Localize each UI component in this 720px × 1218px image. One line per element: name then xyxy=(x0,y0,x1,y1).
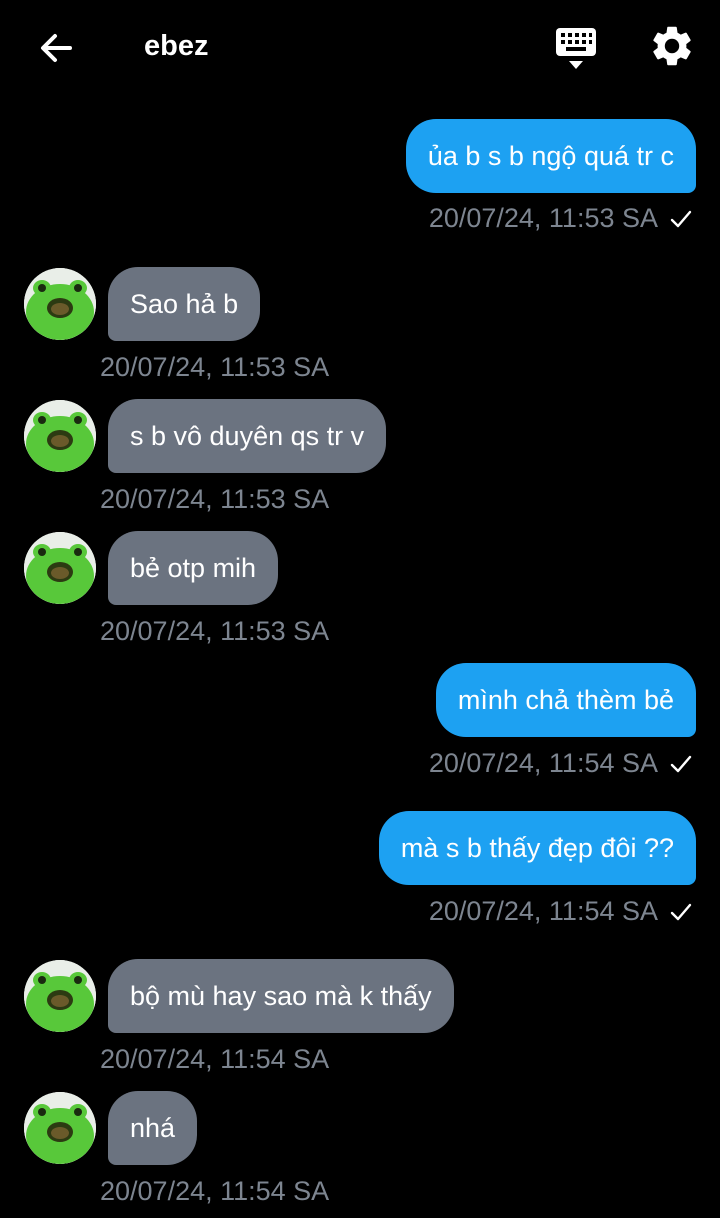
checkmark-icon xyxy=(670,755,692,773)
message-timestamp: 20/07/24, 11:54 SA xyxy=(100,1176,330,1206)
message-timestamp: 20/07/24, 11:54 SA xyxy=(428,748,658,778)
message-timestamp: 20/07/24, 11:53 SA xyxy=(100,352,330,382)
incoming-message[interactable]: s b vô duyên qs tr v xyxy=(108,399,387,473)
contact-avatar[interactable] xyxy=(24,532,96,604)
message-timestamp: 20/07/24, 11:54 SA xyxy=(428,896,658,926)
contact-avatar[interactable] xyxy=(24,960,96,1032)
incoming-message[interactable]: bộ mù hay sao mà k thấy xyxy=(108,959,454,1033)
outgoing-message[interactable]: ủa b s b ngộ quá tr c xyxy=(405,119,696,193)
contact-name[interactable]: ebez xyxy=(144,28,208,64)
message-timestamp: 20/07/24, 11:53 SA xyxy=(428,203,658,233)
incoming-message[interactable]: nhá xyxy=(108,1091,198,1165)
message-timestamp: 20/07/24, 11:54 SA xyxy=(100,1044,330,1074)
outgoing-message[interactable]: mà s b thấy đẹp đôi ?? xyxy=(378,811,696,885)
keyboard-button[interactable] xyxy=(552,24,600,72)
frog-avatar-icon xyxy=(24,532,96,604)
keyboard-icon xyxy=(556,28,596,69)
contact-avatar[interactable] xyxy=(24,1092,96,1164)
contact-avatar[interactable] xyxy=(24,400,96,472)
settings-button[interactable] xyxy=(648,22,696,70)
arrow-left-icon xyxy=(41,34,72,62)
checkmark-icon xyxy=(670,903,692,921)
checkmark-icon xyxy=(670,210,692,228)
chat-header: ebez xyxy=(0,0,720,92)
frog-avatar-icon xyxy=(24,400,96,472)
back-button[interactable] xyxy=(30,22,82,74)
outgoing-message[interactable]: mình chả thèm bẻ xyxy=(435,663,696,737)
frog-avatar-icon xyxy=(24,268,96,340)
incoming-message[interactable]: bẻ otp mih xyxy=(108,531,279,605)
message-timestamp: 20/07/24, 11:53 SA xyxy=(100,616,330,646)
gear-icon xyxy=(653,26,691,66)
frog-avatar-icon xyxy=(24,960,96,1032)
contact-avatar[interactable] xyxy=(24,268,96,340)
frog-avatar-icon xyxy=(24,1092,96,1164)
message-timestamp: 20/07/24, 11:53 SA xyxy=(100,484,330,514)
incoming-message[interactable]: Sao hả b xyxy=(108,267,261,341)
